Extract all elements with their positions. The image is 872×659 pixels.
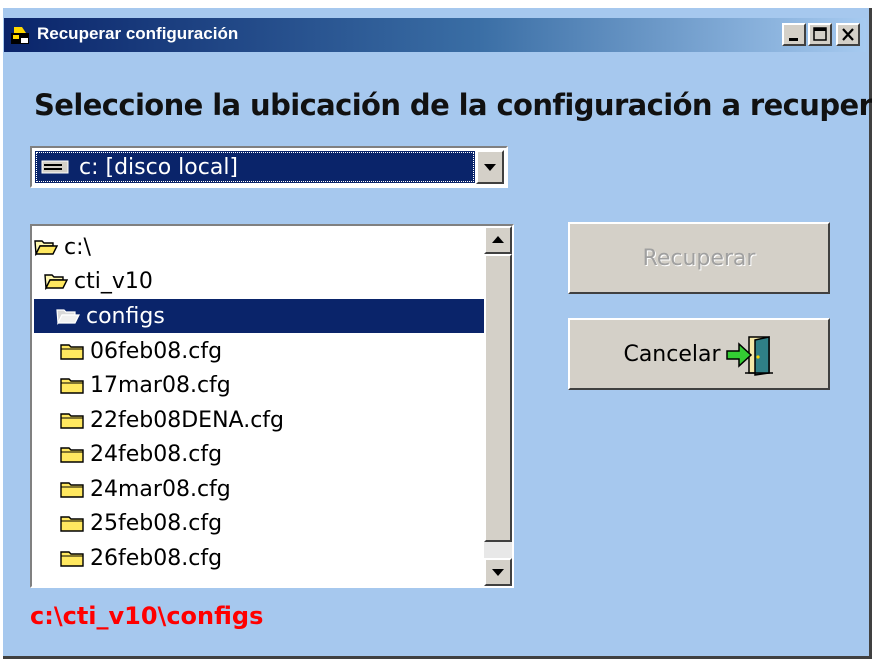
recuperar-button[interactable]: Recuperar: [568, 222, 830, 294]
drive-select[interactable]: c: [disco local]: [30, 146, 508, 188]
list-item[interactable]: 06feb08.cfg: [60, 334, 480, 368]
folder-icon: [60, 378, 84, 394]
directory-list[interactable]: c:\ cti_v10 configs 06feb08.cfg 17mar08.…: [30, 224, 514, 588]
list-item-label: configs: [86, 303, 165, 329]
drive-dropdown-button[interactable]: [476, 150, 504, 184]
dialog-window: Recuperar configuración Seleccione la ub…: [0, 8, 872, 659]
recuperar-button-label: Recuperar: [642, 245, 756, 271]
drive-selected-item[interactable]: c: [disco local]: [35, 151, 475, 183]
list-item[interactable]: 22feb08DENA.cfg: [60, 403, 480, 437]
list-item[interactable]: c:\: [34, 230, 484, 264]
vertical-scrollbar[interactable]: [484, 226, 512, 586]
close-icon: [842, 28, 854, 41]
folder-icon: [60, 516, 84, 532]
close-button[interactable]: [836, 23, 860, 46]
list-item-label: 26feb08.cfg: [90, 545, 223, 571]
maximize-icon: [813, 27, 827, 41]
list-item[interactable]: 26feb08.cfg: [60, 541, 480, 575]
open-folder-icon: [44, 274, 68, 290]
scrollbar-thumb[interactable]: [484, 254, 512, 542]
list-item-label: 17mar08.cfg: [90, 372, 231, 398]
chevron-down-icon: [484, 164, 496, 171]
drive-label: c: [disco local]: [79, 154, 239, 180]
list-item[interactable]: 24feb08.cfg: [60, 437, 480, 471]
open-folder-icon: [56, 309, 80, 325]
scroll-down-button[interactable]: [484, 558, 512, 586]
folder-icon: [60, 413, 84, 429]
maximize-button[interactable]: [808, 23, 832, 46]
window-title: Recuperar configuración: [37, 24, 239, 43]
cancelar-button[interactable]: Cancelar: [568, 318, 830, 390]
folder-icon: [60, 344, 84, 360]
folder-icon: [60, 551, 84, 567]
chevron-up-icon: [492, 236, 504, 243]
exit-door-icon: [725, 336, 773, 376]
list-item-label: 22feb08DENA.cfg: [90, 407, 284, 433]
list-item[interactable]: cti_v10: [44, 264, 484, 298]
list-item-label: 24feb08.cfg: [90, 441, 223, 467]
list-item-label: 25feb08.cfg: [90, 510, 223, 536]
drive-icon: [41, 160, 69, 174]
folder-icon: [60, 447, 84, 463]
minimize-icon: [789, 38, 798, 41]
list-item-label: 24mar08.cfg: [90, 476, 231, 502]
minimize-button[interactable]: [782, 23, 806, 46]
list-item-label: 06feb08.cfg: [90, 338, 223, 364]
current-path: c:\cti_v10\configs: [30, 602, 264, 630]
cancelar-button-label: Cancelar: [623, 341, 721, 367]
chevron-down-icon: [492, 569, 504, 576]
scroll-up-button[interactable]: [484, 226, 512, 254]
list-item-selected[interactable]: configs: [34, 299, 484, 333]
list-item-label: cti_v10: [74, 268, 153, 294]
app-icon: [11, 27, 29, 44]
open-folder-icon: [34, 240, 58, 256]
list-item[interactable]: 24mar08.cfg: [60, 472, 480, 506]
list-item[interactable]: 25feb08.cfg: [60, 506, 480, 540]
list-item-label: c:\: [64, 234, 91, 260]
title-bar[interactable]: Recuperar configuración: [4, 18, 866, 52]
folder-icon: [60, 482, 84, 498]
dialog-heading: Seleccione la ubicación de la configurac…: [34, 88, 872, 122]
list-item[interactable]: 17mar08.cfg: [60, 368, 480, 402]
